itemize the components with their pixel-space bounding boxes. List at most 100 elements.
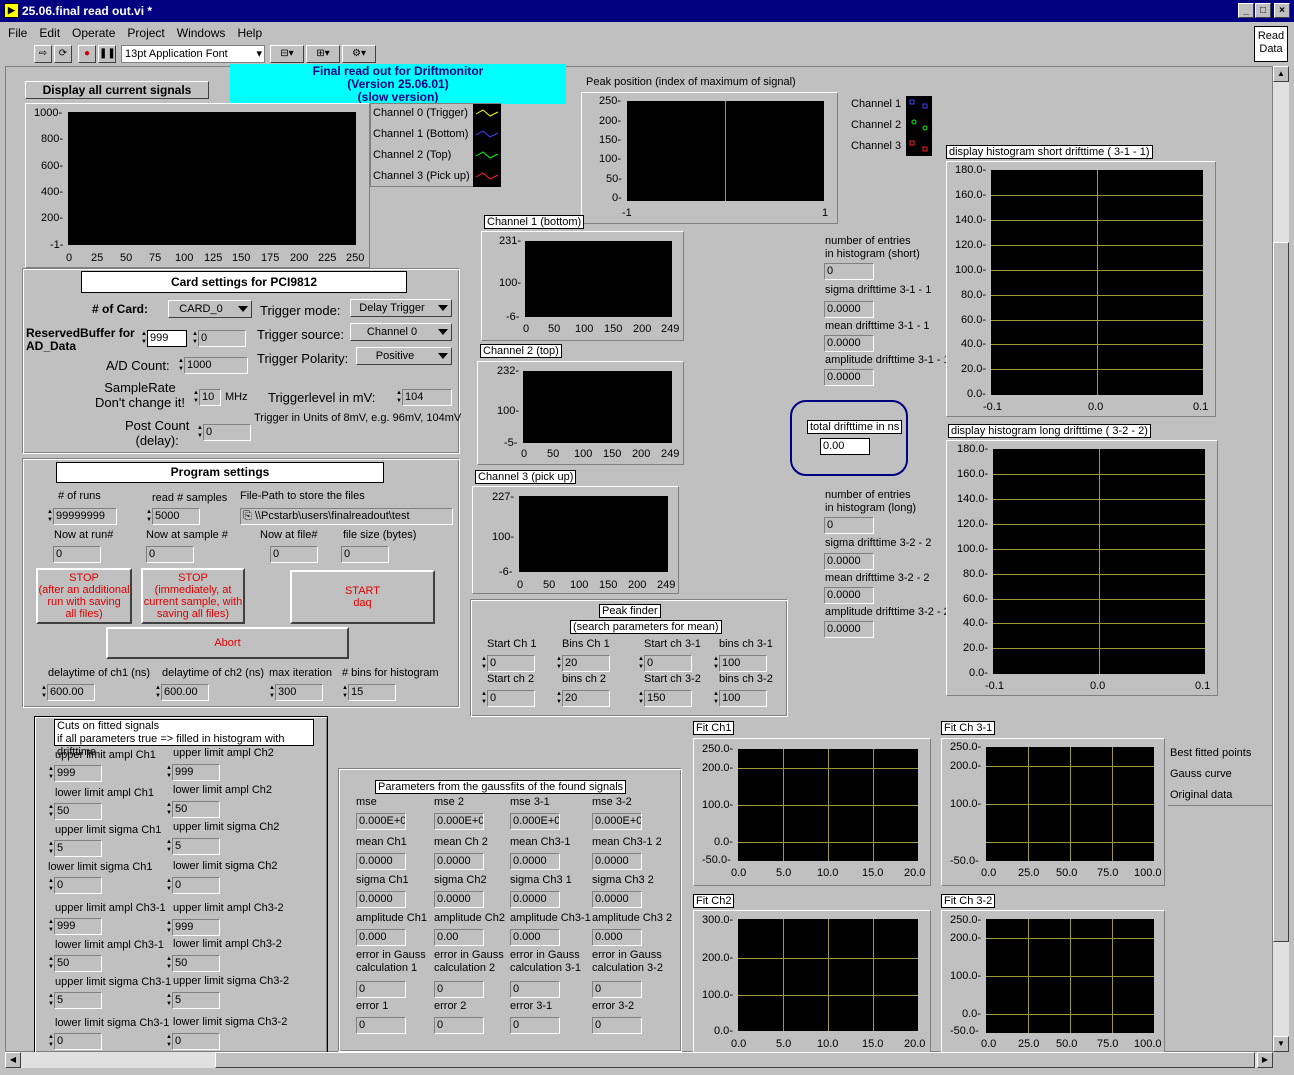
spinner-icon[interactable]: ▲ ▼ (342, 684, 348, 701)
post-count-input[interactable]: 0 (203, 424, 251, 441)
trigger-polarity-select[interactable]: Positive (356, 347, 452, 365)
spinner-icon[interactable]: ▲ ▼ (166, 1033, 172, 1050)
spinner-icon[interactable]: ▲ ▼ (41, 684, 47, 701)
spinner-icon[interactable]: ▲ ▼ (47, 508, 53, 525)
font-selector[interactable]: 13pt Application Font ▾ (121, 45, 265, 63)
scroll-up-icon[interactable]: ▲ (1273, 66, 1289, 82)
spinner-icon[interactable]: ▲ ▼ (193, 389, 199, 406)
vertical-scroll-thumb[interactable] (1273, 242, 1289, 942)
spinner-icon[interactable]: ▲ ▼ (166, 992, 172, 1009)
start-ch1-input[interactable]: 0 (487, 655, 535, 672)
runs-input[interactable]: 99999999 (53, 508, 117, 525)
spinner-icon[interactable]: ▲ ▼ (197, 424, 203, 441)
read-samples-input[interactable]: 5000 (152, 508, 200, 525)
bins-ch32-input[interactable]: 100 (719, 690, 767, 707)
spinner-icon[interactable]: ▲ ▼ (166, 764, 172, 781)
start-ch2-input[interactable]: 0 (487, 690, 535, 707)
delay-ch1-input[interactable]: 600.00 (47, 684, 95, 701)
sample-rate-input[interactable]: 10 (199, 389, 221, 406)
spinner-icon[interactable]: ▲ ▼ (638, 690, 644, 707)
align-objects-icon[interactable]: ⊟▾ (270, 45, 304, 63)
cut-right-input[interactable]: 5 (172, 992, 220, 1009)
spinner-icon[interactable]: ▲ ▼ (166, 919, 172, 936)
spinner-icon[interactable]: ▲ ▼ (192, 330, 198, 347)
spinner-icon[interactable]: ▲ ▼ (48, 992, 54, 1009)
spinner-icon[interactable]: ▲ ▼ (48, 918, 54, 935)
spinner-icon[interactable]: ▲ ▼ (556, 655, 562, 672)
read-data-icon[interactable]: Read Data (1254, 26, 1288, 62)
scroll-down-icon[interactable]: ▼ (1273, 1036, 1289, 1052)
spinner-icon[interactable]: ▲ ▼ (146, 508, 152, 525)
cut-left-input[interactable]: 5 (54, 840, 102, 857)
spinner-icon[interactable]: ▲ ▼ (713, 690, 719, 707)
cut-left-input[interactable]: 0 (54, 877, 102, 894)
spinner-icon[interactable]: ▲ ▼ (713, 655, 719, 672)
menu-operate[interactable]: Operate (72, 26, 115, 40)
abort-button[interactable]: Abort (106, 627, 349, 659)
run-continuously-icon[interactable]: ⟳ (54, 45, 72, 63)
spinner-icon[interactable]: ▲ ▼ (166, 877, 172, 894)
trigger-source-select[interactable]: Channel 0 (350, 323, 452, 341)
spinner-icon[interactable]: ▲ ▼ (48, 803, 54, 820)
scroll-right-icon[interactable]: ▶ (1257, 1052, 1273, 1068)
stop-immediately-button[interactable]: STOP (immediately, at current sample, with… (141, 568, 245, 624)
spinner-icon[interactable]: ▲ ▼ (166, 801, 172, 818)
menu-project[interactable]: Project (127, 26, 164, 40)
stop-after-run-button[interactable]: STOP (after an additional run with saving a… (36, 568, 132, 624)
scroll-left-icon[interactable]: ◀ (5, 1052, 21, 1068)
cut-right-input[interactable]: 50 (172, 955, 220, 972)
horizontal-scroll-thumb[interactable] (215, 1052, 1255, 1068)
start-ch32-input[interactable]: 150 (644, 690, 692, 707)
bins-ch1-input[interactable]: 20 (562, 655, 610, 672)
cut-left-input[interactable]: 999 (54, 765, 102, 782)
spinner-icon[interactable]: ▲ ▼ (48, 1033, 54, 1050)
cut-right-input[interactable]: 999 (172, 764, 220, 781)
cut-right-input[interactable]: 50 (172, 801, 220, 818)
cut-left-input[interactable]: 0 (54, 1033, 102, 1050)
abort-execution-icon[interactable]: ● (78, 45, 96, 63)
ad-count-input[interactable]: 1000 (184, 357, 248, 374)
spinner-icon[interactable]: ▲ ▼ (556, 690, 562, 707)
horizontal-scrollbar[interactable]: ◀ ▶ (5, 1052, 1273, 1068)
menu-help[interactable]: Help (237, 26, 262, 40)
menu-windows[interactable]: Windows (177, 26, 226, 40)
start-ch31-input[interactable]: 0 (644, 655, 692, 672)
cut-left-input[interactable]: 50 (54, 955, 102, 972)
run-arrow-icon[interactable]: ⇨ (34, 45, 52, 63)
spinner-icon[interactable]: ▲ ▼ (166, 955, 172, 972)
cut-left-input[interactable]: 5 (54, 992, 102, 1009)
cut-right-input[interactable]: 999 (172, 919, 220, 936)
spinner-icon[interactable]: ▲ ▼ (178, 357, 184, 374)
bins-histogram-input[interactable]: 15 (348, 684, 396, 701)
cut-left-input[interactable]: 999 (54, 918, 102, 935)
pause-icon[interactable]: ❚❚ (98, 45, 116, 63)
close-button[interactable]: × (1274, 3, 1290, 18)
cut-left-input[interactable]: 50 (54, 803, 102, 820)
distribute-objects-icon[interactable]: ⊞▾ (306, 45, 340, 63)
reorder-icon[interactable]: ⚙▾ (342, 45, 376, 63)
spinner-icon[interactable]: ▲ ▼ (141, 330, 147, 347)
labview-vi-icon[interactable]: ▶ (4, 3, 19, 18)
cut-right-input[interactable]: 0 (172, 1033, 220, 1050)
minimize-button[interactable]: _ (1238, 3, 1254, 18)
delay-ch2-input[interactable]: 600.00 (161, 684, 209, 701)
trigger-mode-select[interactable]: Delay Trigger (350, 299, 452, 317)
menu-edit[interactable]: Edit (39, 26, 60, 40)
spinner-icon[interactable]: ▲ ▼ (396, 389, 402, 406)
spinner-icon[interactable]: ▲ ▼ (481, 690, 487, 707)
spinner-icon[interactable]: ▲ ▼ (48, 955, 54, 972)
start-daq-button[interactable]: START daq (290, 570, 435, 624)
reserved-buffer-b-input[interactable]: 0 (198, 330, 246, 347)
spinner-icon[interactable]: ▲ ▼ (166, 838, 172, 855)
vertical-scrollbar[interactable]: ▲ ▼ (1273, 66, 1289, 1052)
spinner-icon[interactable]: ▲ ▼ (48, 877, 54, 894)
reserved-buffer-a-input[interactable]: 999 (147, 330, 187, 347)
spinner-icon[interactable]: ▲ ▼ (269, 684, 275, 701)
spinner-icon[interactable]: ▲ ▼ (48, 765, 54, 782)
spinner-icon[interactable]: ▲ ▼ (638, 655, 644, 672)
file-path-input[interactable]: ⎘ \\Pcstarb\users\finalreadout\test (240, 508, 453, 525)
spinner-icon[interactable]: ▲ ▼ (481, 655, 487, 672)
maximize-button[interactable]: □ (1255, 3, 1271, 18)
num-card-select[interactable]: CARD_0 (168, 300, 252, 318)
bins-ch31-input[interactable]: 100 (719, 655, 767, 672)
